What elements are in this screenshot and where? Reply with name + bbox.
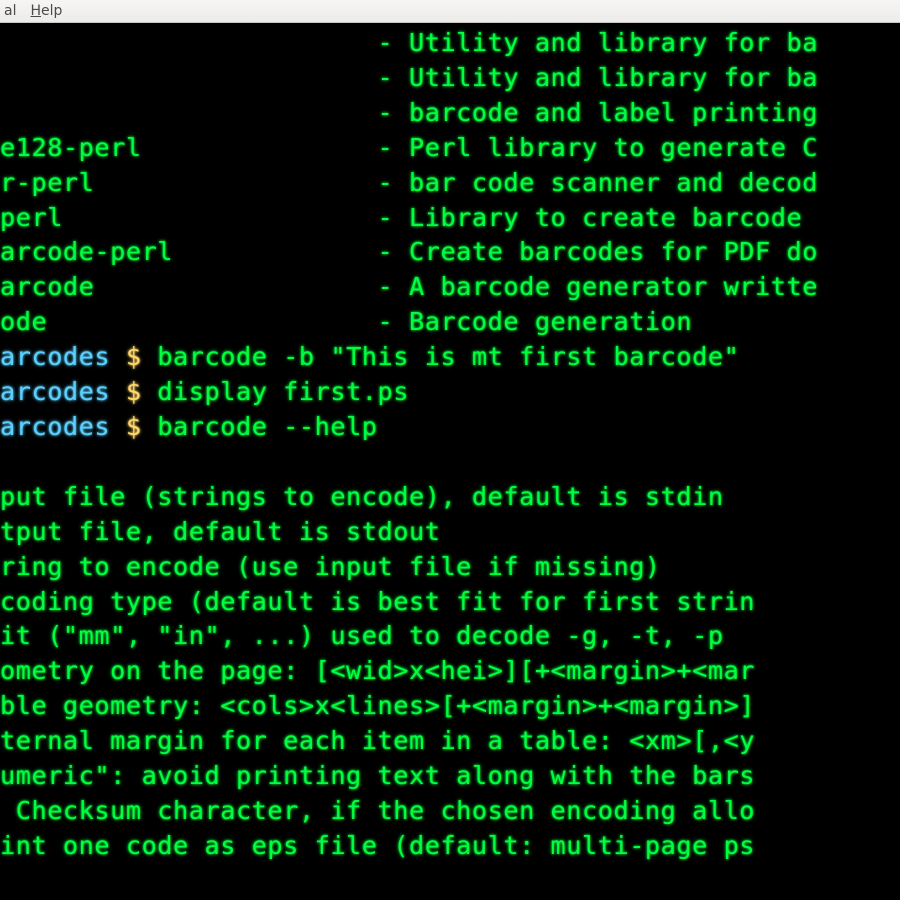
terminal-line: put file (strings to encode), default is… bbox=[0, 480, 900, 515]
terminal-line: ometry on the page: [<wid>x<hei>][+<marg… bbox=[0, 654, 900, 689]
terminal-line: e128-perl - Perl library to generate C bbox=[0, 131, 900, 166]
terminal-line bbox=[0, 445, 900, 480]
terminal-line: arcode - A barcode generator writte bbox=[0, 270, 900, 305]
terminal-line: tput file, default is stdout bbox=[0, 515, 900, 550]
terminal-line: - Utility and library for ba bbox=[0, 61, 900, 96]
terminal-line: ternal margin for each item in a table: … bbox=[0, 724, 900, 759]
terminal-line: - barcode and label printing bbox=[0, 96, 900, 131]
terminal-line: arcodes $ barcode -b "This is mt first b… bbox=[0, 340, 900, 375]
terminal-output[interactable]: - Utility and library for ba - Utility a… bbox=[0, 23, 900, 900]
menu-terminal[interactable]: al bbox=[4, 3, 16, 19]
terminal-line: perl - Library to create barcode bbox=[0, 201, 900, 236]
terminal-line: ode - Barcode generation bbox=[0, 305, 900, 340]
menubar: al Help bbox=[0, 0, 900, 23]
terminal-line: r-perl - bar code scanner and decod bbox=[0, 166, 900, 201]
terminal-line: coding type (default is best fit for fir… bbox=[0, 585, 900, 620]
terminal-line: ble geometry: <cols>x<lines>[+<margin>+<… bbox=[0, 689, 900, 724]
terminal-line: int one code as eps file (default: multi… bbox=[0, 829, 900, 864]
terminal-line: Checksum character, if the chosen encodi… bbox=[0, 794, 900, 829]
terminal-line: arcodes $ display first.ps bbox=[0, 375, 900, 410]
terminal-line: it ("mm", "in", ...) used to decode -g, … bbox=[0, 619, 900, 654]
terminal-line: arcodes $ barcode --help bbox=[0, 410, 900, 445]
terminal-line: arcode-perl - Create barcodes for PDF do bbox=[0, 235, 900, 270]
menu-help[interactable]: Help bbox=[30, 3, 62, 19]
terminal-line: - Utility and library for ba bbox=[0, 26, 900, 61]
terminal-line: ring to encode (use input file if missin… bbox=[0, 550, 900, 585]
terminal-line: umeric": avoid printing text along with … bbox=[0, 759, 900, 794]
